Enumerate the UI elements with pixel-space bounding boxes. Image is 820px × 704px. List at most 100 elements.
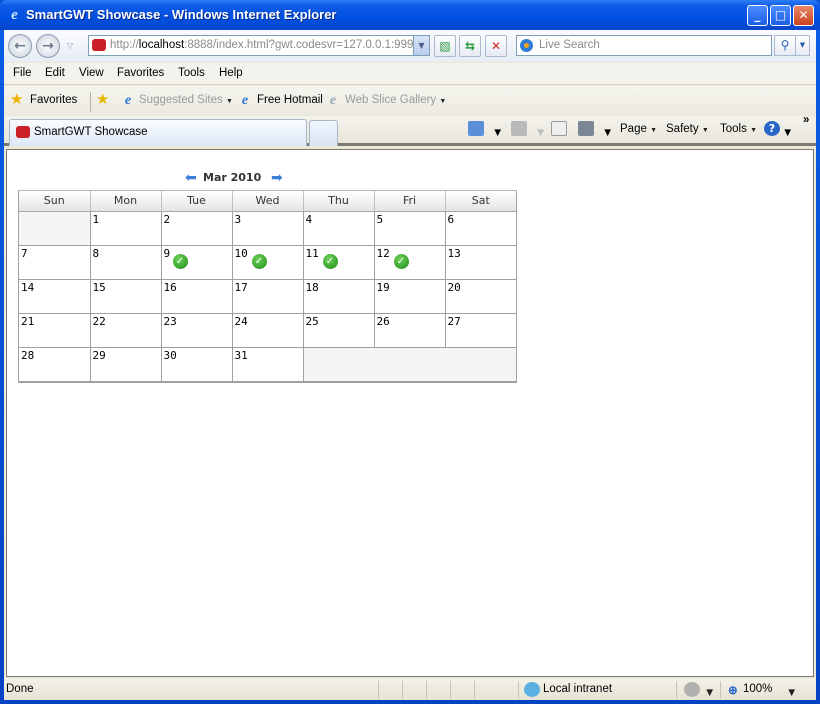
address-dropdown-button[interactable]: ▼ [413,36,429,55]
fav-link-web-slice-gallery[interactable]: Web Slice Gallery ▼ [345,94,446,106]
calendar-day-cell[interactable]: 18 [303,279,375,314]
compatibility-view-button[interactable]: ▧ [434,35,456,57]
calendar-day-cell[interactable]: 13 [445,245,516,280]
calendar-day-cell[interactable]: 5 [374,211,446,246]
calendar-day-cell[interactable]: 7 [19,245,91,280]
tools-menu[interactable]: Tools ▼ [720,123,757,135]
help-dropdown[interactable]: ▼ [782,127,793,139]
next-month-button[interactable]: ➡ [271,171,285,185]
safety-menu[interactable]: Safety ▼ [666,123,709,135]
favorites-button[interactable]: Favorites [30,94,77,106]
back-button[interactable]: ← [8,34,32,58]
search-options-dropdown[interactable]: ▼ [796,35,810,56]
calendar-day-cell[interactable]: 24 [232,313,304,348]
day-number: 16 [163,280,177,294]
protected-mode-icon[interactable] [684,682,700,697]
calendar-day-cell[interactable]: 6 [445,211,516,246]
day-number: 31 [234,348,248,362]
calendar-day-cell[interactable]: 26 [374,313,446,348]
recent-pages-dropdown[interactable]: ▽ [67,41,73,50]
address-input[interactable]: http://localhost:8888/index.html?gwt.cod… [88,35,430,56]
home-dropdown[interactable]: ▼ [492,127,503,139]
menu-edit[interactable]: Edit [45,67,65,79]
calendar-day-cell[interactable]: 22 [90,313,162,348]
calendar-day-cell[interactable]: 10 ✓ [232,245,304,280]
page-menu[interactable]: Page ▼ [620,123,657,135]
protected-mode-dropdown[interactable]: ▼ [704,687,715,699]
calendar-day-cell[interactable]: 9 ✓ [161,245,233,280]
maximize-button[interactable]: □ [770,5,791,26]
search-input[interactable]: Live Search [516,35,772,56]
calendar-day-cell[interactable]: 12 ✓ [374,245,446,280]
minimize-button[interactable]: _ [747,5,768,26]
forward-button[interactable]: → [36,34,60,58]
menu-file[interactable]: File [13,67,32,79]
calendar-day-cell[interactable]: 31 [232,347,304,382]
calendar-day-cell[interactable]: 28 [19,347,91,382]
add-to-favorites-icon[interactable]: ★ [96,90,109,108]
calendar-day-cell[interactable]: 20 [445,279,516,314]
new-tab-button[interactable] [309,120,338,146]
day-number: 3 [234,212,242,226]
calendar-day-cell[interactable]: 15 [90,279,162,314]
home-icon[interactable] [468,121,484,136]
calendar-day-cell[interactable]: 19 [374,279,446,314]
refresh-button[interactable]: ⇆ [459,35,481,57]
calendar-month-title: Mar 2010 [203,171,262,184]
menu-help[interactable]: Help [219,67,243,79]
help-icon[interactable]: ? [764,121,780,136]
chevron-down-icon: ▼ [799,41,806,49]
caret-down-icon: ▼ [701,127,709,134]
fav-link-free-hotmail[interactable]: Free Hotmail [257,94,323,106]
day-number: 4 [305,212,313,226]
weekday-header: Sun [19,191,91,212]
menu-favorites[interactable]: Favorites [117,67,164,79]
read-mail-icon[interactable] [551,121,567,136]
back-arrow-icon: ← [14,38,26,54]
calendar-day-cell[interactable]: 27 [445,313,516,348]
fav-link-suggested-sites[interactable]: Suggested Sites ▼ [139,94,233,106]
tab-bar: SmartGWT Showcase ▼ ▼ ▼ Page ▼ Safety ▼ … [4,114,816,146]
day-number: 23 [163,314,177,328]
calendar-day-cell[interactable]: 14 [19,279,91,314]
calendar-day-cell[interactable]: 3 [232,211,304,246]
calendar-day-cell[interactable]: 29 [90,347,162,382]
calendar-day-cell[interactable]: 30 [161,347,233,382]
calendar-day-cell[interactable]: 16 [161,279,233,314]
calendar-day-cell[interactable]: 8 [90,245,162,280]
calendar-day-cell[interactable]: 23 [161,313,233,348]
previous-month-button[interactable]: ⬅ [185,171,199,185]
stop-button[interactable]: ✕ [485,35,507,57]
event-checkmark-icon[interactable]: ✓ [322,253,338,269]
print-icon[interactable] [578,121,594,136]
calendar-day-cell[interactable]: 21 [19,313,91,348]
menu-view[interactable]: View [79,67,104,79]
search-icon: ⚲ [780,38,790,52]
security-zone[interactable]: Local intranet [543,683,612,695]
site-toolbox-icon [92,39,106,51]
close-window-button[interactable]: ✕ [793,5,814,26]
feeds-icon[interactable] [511,121,527,136]
print-dropdown[interactable]: ▼ [602,127,613,139]
calendar-day-cell[interactable]: 11 ✓ [303,245,375,280]
search-button[interactable]: ⚲ [774,35,796,56]
calendar-day-cell[interactable]: 4 [303,211,375,246]
zoom-level[interactable]: 100% [743,683,772,695]
local-intranet-icon [524,682,540,697]
status-separator [402,681,403,699]
calendar-day-cell[interactable]: 2 [161,211,233,246]
page-menu-label: Page [620,123,647,135]
calendar-day-cell[interactable]: 25 [303,313,375,348]
zoom-dropdown[interactable]: ▼ [786,687,797,699]
day-number: 12 [376,246,390,260]
event-checkmark-icon[interactable]: ✓ [172,253,188,269]
toolbar-overflow-chevron[interactable]: » [803,114,809,126]
event-checkmark-icon[interactable]: ✓ [393,253,409,269]
feeds-dropdown[interactable]: ▼ [535,127,546,139]
menu-tools[interactable]: Tools [178,67,205,79]
toolbar-separator [90,92,91,112]
calendar-day-cell[interactable]: 17 [232,279,304,314]
event-checkmark-icon[interactable]: ✓ [251,253,267,269]
calendar-day-cell[interactable]: 1 [90,211,162,246]
tab-smartgwt-showcase[interactable]: SmartGWT Showcase [9,119,307,146]
